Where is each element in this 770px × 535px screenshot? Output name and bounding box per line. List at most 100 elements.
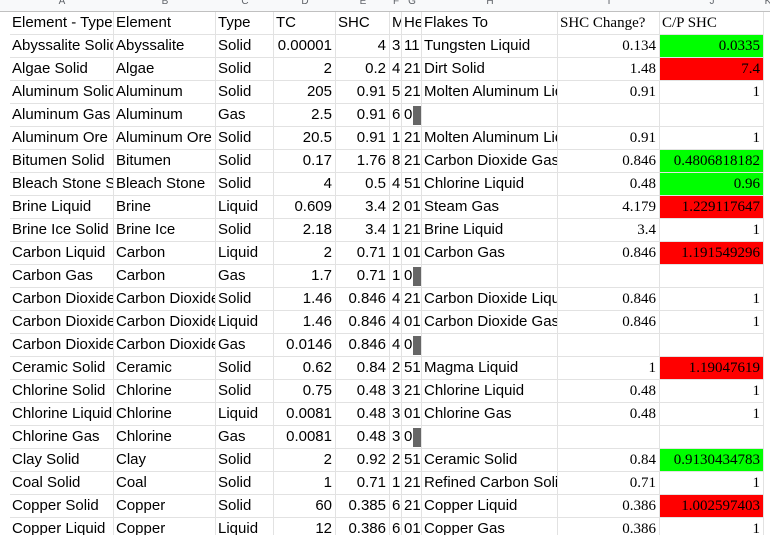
column-letter-j[interactable]: J bbox=[702, 0, 722, 11]
cell-flakes-to[interactable]: Chlorine Gas bbox=[422, 403, 558, 426]
cell-type[interactable]: Solid bbox=[216, 58, 274, 81]
cell-m[interactable]: 4 bbox=[390, 334, 402, 357]
cell-cp-shc[interactable] bbox=[660, 426, 764, 449]
cell-cp-shc[interactable] bbox=[660, 334, 764, 357]
cell-tc[interactable]: 0.17 bbox=[274, 150, 336, 173]
cell-shc-change[interactable]: 0.846 bbox=[558, 311, 660, 334]
cell-cp-shc[interactable]: 1 bbox=[660, 403, 764, 426]
cell-m[interactable]: 6 bbox=[390, 495, 402, 518]
cell-cp-shc[interactable]: 1 bbox=[660, 311, 764, 334]
cell-element[interactable]: Algae bbox=[114, 58, 216, 81]
cell-shc[interactable]: 0.2 bbox=[336, 58, 390, 81]
cell-flakes-to[interactable]: Steam Gas bbox=[422, 196, 558, 219]
cell-shc[interactable]: 1.76 bbox=[336, 150, 390, 173]
cell-type[interactable]: Solid bbox=[216, 150, 274, 173]
cell-m[interactable]: 1 bbox=[390, 219, 402, 242]
cell-shc-change[interactable]: 0.91 bbox=[558, 81, 660, 104]
cell-type[interactable]: Gas bbox=[216, 334, 274, 357]
cell-element[interactable]: Aluminum Ore bbox=[114, 127, 216, 150]
cell-element[interactable]: Abyssalite bbox=[114, 35, 216, 58]
cell-type[interactable]: Solid bbox=[216, 495, 274, 518]
cell-m[interactable]: 3 bbox=[390, 35, 402, 58]
cell-m[interactable]: 4 bbox=[390, 288, 402, 311]
cell-element-type[interactable]: Carbon Dioxide Solid bbox=[10, 288, 114, 311]
cell-element-type[interactable]: Copper Liquid bbox=[10, 518, 114, 535]
cell-cp-shc[interactable]: 1 bbox=[660, 81, 764, 104]
cell-element[interactable]: Coal bbox=[114, 472, 216, 495]
cell-tc[interactable]: 2 bbox=[274, 242, 336, 265]
cell-flakes-to[interactable] bbox=[422, 334, 558, 357]
cell-flakes-to[interactable]: Copper Gas bbox=[422, 518, 558, 535]
cell-type[interactable]: Gas bbox=[216, 104, 274, 127]
cell-h[interactable]: 51 bbox=[402, 449, 422, 472]
cell-cp-shc[interactable]: 1 bbox=[660, 380, 764, 403]
cell-element[interactable]: Carbon Dioxide bbox=[114, 288, 216, 311]
cell-flakes-to[interactable]: Magma Liquid bbox=[422, 357, 558, 380]
cell-element-type[interactable]: Carbon Dioxide Liquid bbox=[10, 311, 114, 334]
cell-h[interactable]: 01 bbox=[402, 242, 422, 265]
cell-tc[interactable]: 0.00001 bbox=[274, 35, 336, 58]
cell-element[interactable]: Copper bbox=[114, 495, 216, 518]
cell-element[interactable]: Carbon bbox=[114, 242, 216, 265]
cell-tc[interactable]: 0.0081 bbox=[274, 426, 336, 449]
cell-cp-shc[interactable]: 1 bbox=[660, 288, 764, 311]
cell-h[interactable]: 51 bbox=[402, 357, 422, 380]
cell-shc-change[interactable]: 0.134 bbox=[558, 35, 660, 58]
cell-shc-change[interactable]: 1.48 bbox=[558, 58, 660, 81]
cell-h[interactable]: 21 bbox=[402, 495, 422, 518]
cell-tc[interactable]: 4 bbox=[274, 173, 336, 196]
cell-m[interactable]: 6 bbox=[390, 104, 402, 127]
cell-shc-change[interactable]: 0.48 bbox=[558, 173, 660, 196]
cell-flakes-to[interactable]: Carbon Gas bbox=[422, 242, 558, 265]
cell-shc-change[interactable]: 0.84 bbox=[558, 449, 660, 472]
cell-shc[interactable]: 0.48 bbox=[336, 426, 390, 449]
cell-tc[interactable]: 2.18 bbox=[274, 219, 336, 242]
header-cell-element-type[interactable]: Element - Type bbox=[10, 12, 114, 35]
header-cell-shc[interactable]: SHC bbox=[336, 12, 390, 35]
cell-type[interactable]: Liquid bbox=[216, 403, 274, 426]
cell-cp-shc[interactable]: 0.96 bbox=[660, 173, 764, 196]
cell-tc[interactable]: 0.62 bbox=[274, 357, 336, 380]
cell-type[interactable]: Liquid bbox=[216, 311, 274, 334]
cell-flakes-to[interactable]: Copper Liquid bbox=[422, 495, 558, 518]
header-cell-shc-change[interactable]: SHC Change? bbox=[558, 12, 660, 35]
cell-shc-change[interactable]: 0.91 bbox=[558, 127, 660, 150]
cell-shc[interactable]: 0.846 bbox=[336, 311, 390, 334]
cell-m[interactable]: 4 bbox=[390, 58, 402, 81]
column-letter-h[interactable]: H bbox=[480, 0, 500, 11]
column-letter-g[interactable]: G bbox=[402, 0, 422, 11]
cell-tc[interactable]: 2 bbox=[274, 58, 336, 81]
cell-element-type[interactable]: Aluminum Gas bbox=[10, 104, 114, 127]
cell-element-type[interactable]: Chlorine Liquid bbox=[10, 403, 114, 426]
cell-tc[interactable]: 205 bbox=[274, 81, 336, 104]
cell-cp-shc[interactable]: 7.4 bbox=[660, 58, 764, 81]
cell-h[interactable]: 11 bbox=[402, 35, 422, 58]
cell-shc-change[interactable]: 4.179 bbox=[558, 196, 660, 219]
cell-type[interactable]: Solid bbox=[216, 380, 274, 403]
cell-h[interactable]: 01 bbox=[402, 196, 422, 219]
cell-shc[interactable]: 0.92 bbox=[336, 449, 390, 472]
cell-element-type[interactable]: Clay Solid bbox=[10, 449, 114, 472]
cell-element-type[interactable]: Abyssalite Solid bbox=[10, 35, 114, 58]
cell-flakes-to[interactable]: Molten Aluminum Liquid bbox=[422, 81, 558, 104]
cell-tc[interactable]: 20.5 bbox=[274, 127, 336, 150]
cell-h[interactable]: 01 bbox=[402, 403, 422, 426]
cell-type[interactable]: Solid bbox=[216, 81, 274, 104]
cell-shc-change[interactable] bbox=[558, 265, 660, 288]
cell-flakes-to[interactable]: Carbon Dioxide Gas bbox=[422, 311, 558, 334]
cell-shc[interactable]: 0.71 bbox=[336, 472, 390, 495]
cell-element-type[interactable]: Brine Liquid bbox=[10, 196, 114, 219]
cell-element-type[interactable]: Algae Solid bbox=[10, 58, 114, 81]
cell-flakes-to[interactable]: Chlorine Liquid bbox=[422, 173, 558, 196]
cell-shc-change[interactable] bbox=[558, 334, 660, 357]
cell-type[interactable]: Solid bbox=[216, 127, 274, 150]
cell-flakes-to[interactable]: Ceramic Solid bbox=[422, 449, 558, 472]
cell-tc[interactable]: 2.5 bbox=[274, 104, 336, 127]
cell-element[interactable]: Chlorine bbox=[114, 380, 216, 403]
cell-shc[interactable]: 0.48 bbox=[336, 403, 390, 426]
cell-type[interactable]: Liquid bbox=[216, 196, 274, 219]
cell-element-type[interactable]: Carbon Liquid bbox=[10, 242, 114, 265]
cell-element[interactable]: Clay bbox=[114, 449, 216, 472]
cell-element[interactable]: Bitumen bbox=[114, 150, 216, 173]
cell-h[interactable]: 21 bbox=[402, 380, 422, 403]
